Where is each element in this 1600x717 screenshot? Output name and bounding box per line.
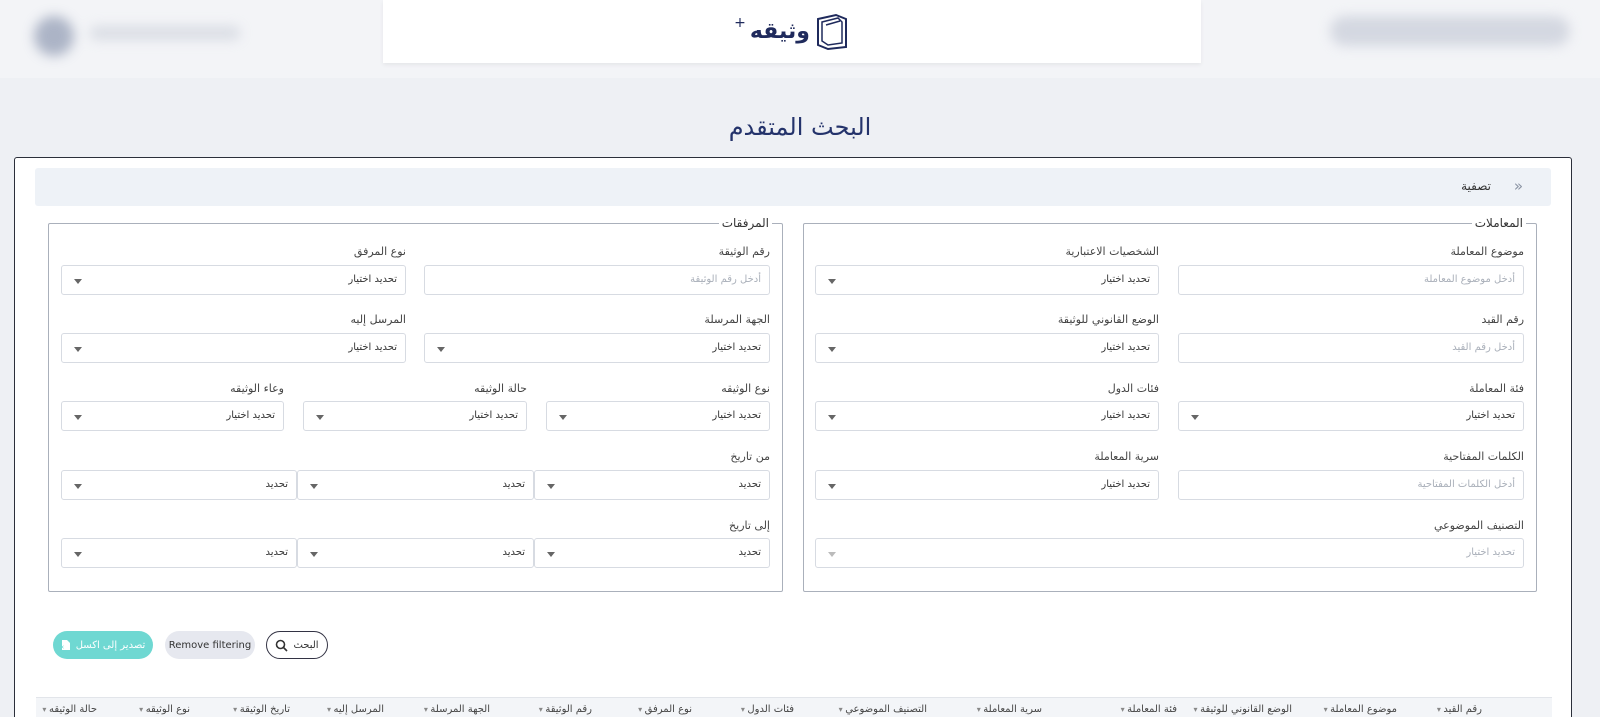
double-chevron-icon[interactable]: « [1514,177,1523,195]
to-day-select[interactable]: تحديد [534,538,770,568]
attach-type-select[interactable]: تحديد اختيار [61,265,406,295]
keywords-label: الكلمات المفتاحية [1443,450,1524,463]
column-header[interactable]: تاريخ الوثيقة [233,704,290,715]
secrecy-label: سرية المعاملة [1094,450,1159,463]
remove-filtering-button[interactable]: Remove filtering [165,631,255,659]
sender-label: الجهة المرسلة [704,313,770,326]
subject-input[interactable]: أدخل موضوع المعاملة [1178,265,1524,295]
doc-number-label: رقم الوثيقة [718,245,770,258]
attachments-legend: المرفقات [718,216,772,230]
attachments-group: المرفقات رقم الوثيقة أدخل رقم الوثيقة نو… [48,216,783,592]
search-icon [276,639,289,652]
chevron-down-icon [828,484,836,489]
from-month-select[interactable]: تحديد [297,470,534,500]
column-header[interactable]: موضوع المعاملة [1324,704,1397,715]
legal-select[interactable]: تحديد اختيار [815,333,1159,363]
chevron-down-icon [310,484,318,489]
countries-select[interactable]: تحديد اختيار [815,401,1159,431]
excel-file-icon: x [61,640,70,651]
doc-status-select[interactable]: تحديد اختيار [303,401,527,431]
logo-box: + وثيقه [383,0,1201,63]
search-button[interactable]: البحث [266,631,328,659]
column-header[interactable]: نوع المرفق [638,704,692,715]
column-header[interactable]: المرسل إليه [327,704,384,715]
category-label: فئة المعاملة [1469,382,1524,395]
logo-plus: + [734,14,746,31]
filter-title: تصفية [1461,179,1491,193]
from-day-select[interactable]: تحديد [534,470,770,500]
page-title: البحث المتقدم [728,113,872,141]
filter-header[interactable]: « تصفية [35,168,1551,206]
attach-type-label: نوع المرفق [353,245,406,258]
from-date-label: من تاريخ [730,450,770,463]
container-select[interactable]: تحديد اختيار [61,401,284,431]
transactions-legend: المعاملات [1471,216,1526,230]
top-search-blurred[interactable] [1330,16,1570,46]
sender-select[interactable]: تحديد اختيار [424,333,770,363]
doc-type-select[interactable]: تحديد اختيار [546,401,770,431]
chevron-down-icon [828,347,836,352]
secrecy-select[interactable]: تحديد اختيار [815,470,1159,500]
category-select[interactable]: تحديد اختيار [1178,401,1524,431]
to-date-label: إلى تاريخ [729,519,770,532]
search-button-label: البحث [293,639,319,651]
chevron-down-icon [559,415,567,420]
persons-select[interactable]: تحديد اختيار [815,265,1159,295]
export-excel-button[interactable]: تصدير إلى اكسل x [53,631,153,659]
column-header[interactable]: فئات الدول [741,704,794,715]
doc-number-input[interactable]: أدخل رقم الوثيقة [424,265,770,295]
column-header[interactable]: سرية المعاملة [977,704,1042,715]
to-month-select[interactable]: تحديد [297,538,534,568]
recipient-select[interactable]: تحديد اختيار [61,333,406,363]
persons-label: الشخصيات الاعتبارية [1065,245,1159,258]
chevron-down-icon [310,552,318,557]
column-header[interactable]: التصنيف الموضوعي [839,704,927,715]
column-header[interactable]: حالة الوثيقه [42,704,97,715]
record-label: رقم القيد [1481,313,1524,326]
countries-label: فئات الدول [1107,382,1159,395]
chevron-down-icon [74,552,82,557]
chevron-down-icon [828,552,836,557]
record-input[interactable]: أدخل رقم القيد [1178,333,1524,363]
remove-filtering-label: Remove filtering [168,639,252,651]
chevron-down-icon [437,347,445,352]
book-logo-icon [816,13,847,50]
to-year-select[interactable]: تحديد [61,538,297,568]
doc-status-label: حالة الوثيقه [474,382,527,395]
chevron-down-icon [828,415,836,420]
legal-label: الوضع القانوني للوثيقة [1057,313,1159,326]
recipient-label: المرسل إليه [350,313,406,326]
results-table-header: رقم القيد موضوع المعاملة الوضع القانوني لل… [36,697,1552,717]
chevron-down-icon [547,552,555,557]
chevron-down-icon [547,484,555,489]
from-year-select[interactable]: تحديد [61,470,297,500]
column-header[interactable]: رقم القيد [1437,704,1482,715]
topic-select[interactable]: تحديد اختيار [815,538,1524,568]
chevron-down-icon [74,415,82,420]
chevron-down-icon [74,347,82,352]
logo[interactable]: + وثيقه [734,13,850,51]
chevron-down-icon [828,279,836,284]
column-header[interactable]: نوع الوثيقه [139,704,190,715]
svg-text:x: x [61,645,64,651]
subject-label: موضوع المعاملة [1450,245,1524,258]
transactions-group: المعاملات موضوع المعاملة أدخل موضوع المع… [803,216,1537,592]
export-excel-label: تصدير إلى اكسل [75,639,146,651]
chevron-down-icon [316,415,324,420]
column-header[interactable]: الوضع القانوني للوثيقة [1194,704,1292,715]
topic-label: التصنيف الموضوعي [1434,519,1524,532]
chevron-down-icon [74,279,82,284]
keywords-input[interactable]: أدخل الكلمات المفتاحية [1178,470,1524,500]
chevron-down-icon [74,484,82,489]
column-header[interactable]: رقم الوثيقة [539,704,592,715]
chevron-down-icon [1191,415,1199,420]
logo-text: وثيقه [749,19,810,44]
container-label: وعاء الوثيقه [230,382,284,395]
column-header[interactable]: فئة المعاملة [1121,704,1177,715]
doc-type-label: نوع الوثيقه [721,382,770,395]
user-profile-blurred[interactable] [20,12,250,56]
column-header[interactable]: الجهة المرسلة [424,704,490,715]
